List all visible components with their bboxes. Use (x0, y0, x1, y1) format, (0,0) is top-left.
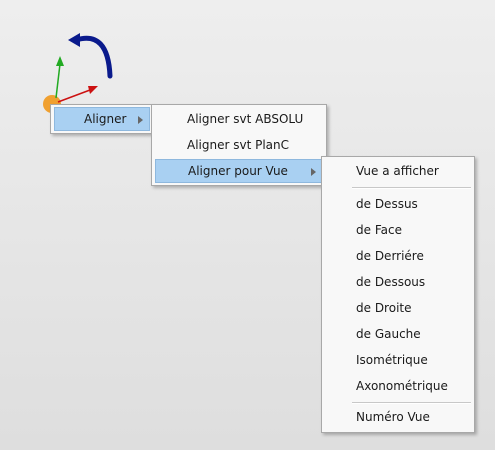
menu-item-aligner-pour-vue[interactable]: Aligner pour Vue (155, 159, 323, 183)
menu-item-axonometrique[interactable]: Axonométrique (325, 374, 471, 398)
submenu-arrow-icon (311, 168, 316, 176)
menu-item-label: Aligner svt ABSOLU (187, 112, 304, 126)
submenu-arrow-icon (138, 116, 143, 124)
menu-item-label: de Face (356, 223, 402, 237)
menu-item-label: Isométrique (356, 353, 428, 367)
menu-item-de-droite[interactable]: de Droite (325, 296, 471, 320)
menu-item-label: Vue a afficher (356, 164, 439, 178)
menu-item-label: de Derriére (356, 249, 424, 263)
aligner-submenu: Aligner svt ABSOLU Aligner svt PlanC Ali… (151, 104, 327, 186)
axis-y-arrow-head (56, 56, 64, 66)
menu-item-label: Axonométrique (356, 379, 448, 393)
menu-item-de-dessous[interactable]: de Dessous (325, 270, 471, 294)
menu-item-de-gauche[interactable]: de Gauche (325, 322, 471, 346)
vue-submenu: Vue a afficher de Dessus de Face de Derr… (321, 156, 475, 433)
menu-item-label: de Droite (356, 301, 412, 315)
menu-separator (352, 187, 471, 189)
menu-item-label: de Dessous (356, 275, 426, 289)
menu-item-label: Aligner svt PlanC (187, 138, 290, 152)
menu-item-vue-a-afficher[interactable]: Vue a afficher (325, 159, 471, 183)
context-menu: Aligner (50, 104, 154, 134)
axis-y-arrow-icon[interactable] (55, 63, 61, 99)
menu-item-de-derriere[interactable]: de Derriére (325, 244, 471, 268)
menu-separator (352, 402, 471, 404)
menu-item-label: Aligner pour Vue (188, 164, 288, 178)
axis-x-arrow-head (88, 86, 98, 94)
menu-item-aligner-planc[interactable]: Aligner svt PlanC (155, 133, 323, 157)
menu-item-aligner[interactable]: Aligner (54, 107, 150, 131)
axis-x-arrow-icon[interactable] (57, 89, 91, 103)
menu-item-label: Aligner (84, 112, 127, 126)
menu-item-aligner-absolu[interactable]: Aligner svt ABSOLU (155, 107, 323, 131)
menu-item-de-face[interactable]: de Face (325, 218, 471, 242)
menu-item-isometrique[interactable]: Isométrique (325, 348, 471, 372)
rotate-arrow-icon[interactable] (73, 35, 113, 79)
menu-item-numero-vue[interactable]: Numéro Vue (325, 405, 471, 429)
menu-item-de-dessus[interactable]: de Dessus (325, 192, 471, 216)
rotate-arrow-head (68, 33, 80, 47)
menu-item-label: Numéro Vue (356, 410, 430, 424)
menu-item-label: de Dessus (356, 197, 418, 211)
menu-item-label: de Gauche (356, 327, 421, 341)
